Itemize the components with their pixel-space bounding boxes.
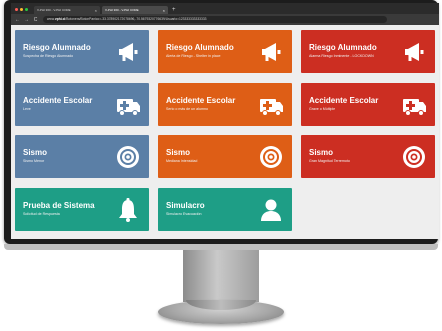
megaphone-icon <box>262 43 281 61</box>
tile-title: Sismo <box>166 148 191 157</box>
tile-subtitle: Mediana Intensidad <box>166 159 198 163</box>
tile-subtitle: Grave o Múltiple <box>309 107 336 111</box>
tile-title: Accidente Escolar <box>23 96 93 105</box>
target-icon <box>260 146 282 168</box>
tile-title: Prueba de Sistema <box>23 201 95 210</box>
browser-tab-bar: V-PHI 360 - V-PHI CORE × V-PHI 360 - V-P… <box>11 3 439 14</box>
monitor-bezel: V-PHI 360 - V-PHI CORE × V-PHI 360 - V-P… <box>4 0 439 244</box>
browser-tab-2[interactable]: V-PHI 360 - V-PHI CORE × <box>102 6 168 14</box>
monitor-screen: V-PHI 360 - V-PHI CORE × V-PHI 360 - V-P… <box>11 3 439 239</box>
alert-button-grid: Riesgo Alumnado Sospecha de Riesgo Alumn… <box>11 28 439 239</box>
megaphone-icon <box>405 43 424 61</box>
tile-subtitle: Sospecha de Riesgo Alumnado <box>23 54 74 58</box>
tile-riesgo-alumnado-lockdown[interactable]: Riesgo Alumnado Alarma Riesgo Inminente … <box>301 30 435 73</box>
url-domain: vphi.cl <box>54 17 66 21</box>
new-tab-icon[interactable]: + <box>172 7 176 14</box>
tile-subtitle: Sismo Menor <box>23 159 45 163</box>
tile-subtitle: Solicitud de Respuesta <box>23 212 60 216</box>
minimize-window-button[interactable] <box>20 8 23 11</box>
tab-label: V-PHI 360 - V-PHI CORE <box>37 8 71 12</box>
tile-title: Riesgo Alumnado <box>166 43 234 52</box>
bell-icon <box>119 198 137 222</box>
user-icon <box>261 199 281 221</box>
window-controls <box>15 8 28 11</box>
tile-riesgo-alumnado-sospecha[interactable]: Riesgo Alumnado Sospecha de Riesgo Alumn… <box>15 30 149 73</box>
url-field[interactable]: www.vphi.cl/Botonera/BotonPanico=-33.378… <box>43 16 387 23</box>
tile-sismo-mediana[interactable]: Sismo Mediana Intensidad <box>158 135 292 178</box>
tile-prueba-de-sistema[interactable]: Prueba de Sistema Solicitud de Respuesta <box>15 188 149 231</box>
tile-title: Riesgo Alumnado <box>309 43 377 52</box>
tab-label: V-PHI 360 - V-PHI CORE <box>105 8 139 12</box>
tile-accidente-escolar-grave[interactable]: Accidente Escolar Grave o Múltiple <box>301 83 435 126</box>
tile-sismo-gran-magnitud[interactable]: Sismo Gran Magnitud Terremoto <box>301 135 435 178</box>
monitor-stand-neck <box>183 250 259 302</box>
tile-subtitle: Serio o más de un alumno <box>166 107 208 111</box>
tile-title: Sismo <box>23 148 48 157</box>
tile-title: Simulacro <box>166 201 205 210</box>
tile-subtitle: Simulacro Evacuación <box>166 212 202 216</box>
maximize-window-button[interactable] <box>25 8 28 11</box>
tile-accidente-escolar-leve[interactable]: Accidente Escolar Leve <box>15 83 149 126</box>
tile-riesgo-alumnado-alerta[interactable]: Riesgo Alumnado Alerta de Riesgo - Shelt… <box>158 30 292 73</box>
tile-title: Accidente Escolar <box>166 96 236 105</box>
back-arrow-icon[interactable]: ← <box>15 17 20 23</box>
forward-arrow-icon[interactable]: → <box>24 17 29 23</box>
ambulance-icon <box>260 99 283 116</box>
reload-icon[interactable]: C <box>33 17 38 23</box>
tile-subtitle: Alerta de Riesgo - Shelter in place <box>166 54 221 58</box>
url-prefix: www. <box>47 17 55 21</box>
target-icon <box>403 146 425 168</box>
close-window-button[interactable] <box>15 8 18 11</box>
browser-address-bar: ← → C www.vphi.cl/Botonera/BotonPanico=-… <box>11 14 439 25</box>
url-path: /Botonera/BotonPanico=-33.37890217207869… <box>65 17 207 21</box>
tile-sismo-menor[interactable]: Sismo Sismo Menor <box>15 135 149 178</box>
tile-title: Accidente Escolar <box>309 96 379 105</box>
tile-title: Riesgo Alumnado <box>23 43 91 52</box>
tile-title: Sismo <box>309 148 334 157</box>
tile-accidente-escolar-serio[interactable]: Accidente Escolar Serio o más de un alum… <box>158 83 292 126</box>
tile-subtitle: Gran Magnitud Terremoto <box>309 159 350 163</box>
tile-simulacro[interactable]: Simulacro Simulacro Evacuación <box>158 188 292 231</box>
browser-tab-1[interactable]: V-PHI 360 - V-PHI CORE × <box>34 6 100 14</box>
close-icon[interactable]: × <box>163 8 165 13</box>
target-icon <box>117 146 139 168</box>
megaphone-icon <box>119 43 138 61</box>
close-icon[interactable]: × <box>95 8 97 13</box>
tile-subtitle: Alarma Riesgo Inminente - LOCKDOWN <box>309 54 374 58</box>
ambulance-icon <box>117 99 140 116</box>
ambulance-icon <box>403 99 426 116</box>
tile-subtitle: Leve <box>23 107 31 111</box>
